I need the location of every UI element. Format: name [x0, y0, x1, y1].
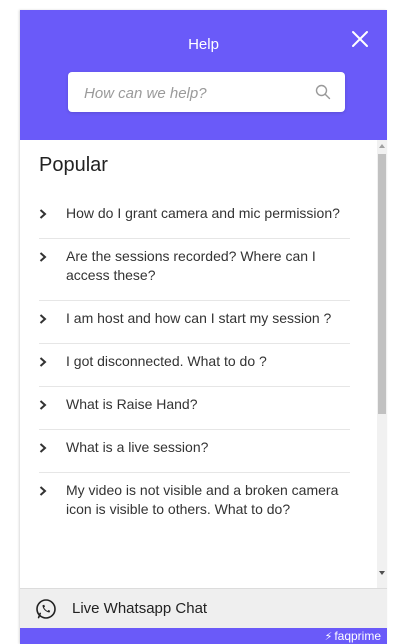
faq-item[interactable]: I got disconnected. What to do ?: [39, 344, 350, 387]
faq-item[interactable]: What is Raise Hand?: [39, 387, 350, 430]
faq-question: How do I grant camera and mic permission…: [66, 205, 340, 221]
faq-item[interactable]: My video is not visible and a broken cam…: [39, 473, 350, 534]
chevron-right-icon: [39, 486, 47, 496]
chevron-right-icon: [39, 400, 47, 410]
section-title: Popular: [39, 154, 108, 176]
faq-item[interactable]: How do I grant camera and mic permission…: [39, 196, 350, 239]
faq-question: I got disconnected. What to do ?: [66, 353, 267, 369]
faq-list: How do I grant camera and mic permission…: [20, 196, 377, 534]
scroll-up-arrow-icon[interactable]: [379, 143, 385, 149]
whatsapp-chat-label: Live Whatsapp Chat: [72, 600, 208, 617]
whatsapp-chat-button[interactable]: Live Whatsapp Chat: [20, 588, 387, 629]
footer: ⚡ faqprime: [20, 628, 387, 644]
search-input[interactable]: [82, 72, 306, 114]
whatsapp-icon: [36, 599, 56, 619]
help-header: Help: [20, 10, 387, 140]
help-widget: Help Popular How do I grant camera and m…: [20, 10, 387, 644]
chevron-right-icon: [39, 314, 47, 324]
chevron-right-icon: [39, 357, 47, 367]
faq-question: I am host and how can I start my session…: [66, 310, 332, 326]
brand-logo[interactable]: ⚡ faqprime: [325, 628, 381, 644]
scrollbar-thumb[interactable]: [378, 154, 386, 414]
faq-content: Popular How do I grant camera and mic pe…: [20, 140, 377, 588]
faq-question: What is Raise Hand?: [66, 396, 198, 412]
chevron-right-icon: [39, 209, 47, 219]
chevron-right-icon: [39, 252, 47, 262]
search-icon[interactable]: [315, 84, 331, 100]
bolt-icon: ⚡: [324, 631, 333, 643]
faq-item[interactable]: What is a live session?: [39, 430, 350, 473]
search-box: [68, 72, 345, 114]
faq-question: Are the sessions recorded? Where can I a…: [66, 248, 316, 283]
faq-item[interactable]: I am host and how can I start my session…: [39, 301, 350, 344]
help-title: Help: [188, 36, 219, 53]
chevron-right-icon: [39, 443, 47, 453]
faq-question: My video is not visible and a broken cam…: [66, 482, 339, 517]
brand-name: faqprime: [334, 629, 381, 643]
scrollbar[interactable]: [377, 140, 387, 588]
close-icon[interactable]: [351, 30, 369, 48]
faq-item[interactable]: Are the sessions recorded? Where can I a…: [39, 239, 350, 301]
scroll-down-arrow-icon[interactable]: [379, 570, 385, 576]
faq-question: What is a live session?: [66, 439, 209, 455]
